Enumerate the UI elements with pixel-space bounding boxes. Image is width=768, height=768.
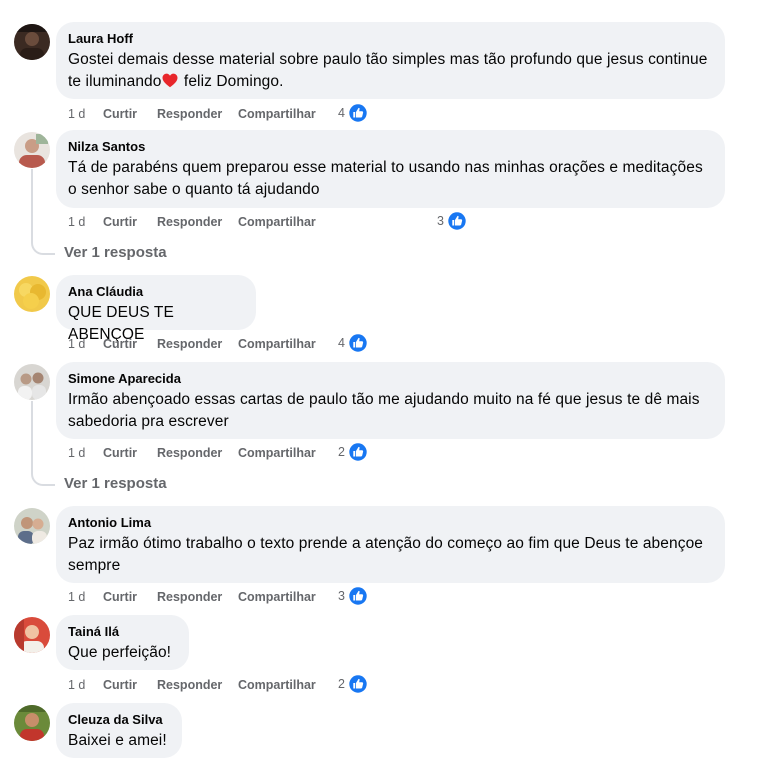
comment-time[interactable]: 1 d	[68, 443, 85, 463]
reply-button[interactable]: Responder	[157, 212, 222, 232]
reply-button[interactable]: Responder	[157, 675, 222, 695]
avatar[interactable]	[14, 705, 50, 741]
avatar[interactable]	[14, 364, 50, 400]
comment-bubble: Antonio Lima Paz irmão ótimo trabalho o …	[56, 506, 725, 583]
comment-text: Tá de parabéns quem preparou esse materi…	[68, 159, 703, 198]
reaction-count: 4	[338, 336, 345, 350]
reaction-count: 2	[338, 677, 345, 691]
thumbs-up-icon	[447, 211, 467, 231]
avatar[interactable]	[14, 617, 50, 653]
comment-bubble: Ana Cláudia QUE DEUS TE ABENÇOE	[56, 275, 256, 343]
reply-button[interactable]: Responder	[157, 334, 222, 354]
reply-button[interactable]: Responder	[157, 587, 222, 607]
comment-author[interactable]: Nilza Santos	[68, 138, 713, 155]
thumbs-up-icon	[348, 103, 368, 123]
like-button[interactable]: Curtir	[103, 212, 137, 232]
share-button[interactable]: Compartilhar	[238, 104, 316, 124]
comment-author[interactable]: Antonio Lima	[68, 514, 713, 531]
comment-author[interactable]: Tainá Ilá	[68, 623, 177, 640]
comment-author[interactable]: Cleuza da Silva	[68, 711, 170, 728]
comment-text-end: feliz Domingo.	[179, 72, 284, 90]
comment-text: Paz irmão ótimo trabalho o texto prende …	[68, 535, 704, 574]
comment-author[interactable]: Simone Aparecida	[68, 370, 713, 387]
share-button[interactable]: Compartilhar	[238, 334, 316, 354]
comment-time[interactable]: 1 d	[68, 104, 85, 124]
like-button[interactable]: Curtir	[103, 587, 137, 607]
share-button[interactable]: Compartilhar	[238, 443, 316, 463]
comment-time[interactable]: 1 d	[68, 675, 85, 695]
comment-bubble: Simone Aparecida Irmão abençoado essas c…	[56, 362, 725, 439]
comment-text: Baixei e amei!	[68, 732, 167, 749]
view-replies-link[interactable]: Ver 1 resposta	[64, 243, 167, 263]
thumbs-up-icon	[348, 333, 368, 353]
reply-thread-line	[31, 169, 55, 255]
comment-bubble: Nilza Santos Tá de parabéns quem preparo…	[56, 130, 725, 208]
like-button[interactable]: Curtir	[103, 334, 137, 354]
reply-thread-line	[31, 401, 55, 486]
comment-bubble: Cleuza da Silva Baixei e amei!	[56, 703, 182, 758]
comment-author[interactable]: Laura Hoff	[68, 30, 713, 47]
thumbs-up-icon	[348, 586, 368, 606]
share-button[interactable]: Compartilhar	[238, 587, 316, 607]
comment-text: Gostei demais desse material sobre paulo…	[68, 49, 713, 92]
share-button[interactable]: Compartilhar	[238, 675, 316, 695]
thumbs-up-icon	[348, 442, 368, 462]
reaction-count: 4	[338, 106, 345, 120]
thumbs-up-icon	[348, 674, 368, 694]
like-button[interactable]: Curtir	[103, 104, 137, 124]
reply-button[interactable]: Responder	[157, 104, 222, 124]
avatar[interactable]	[14, 24, 50, 60]
like-button[interactable]: Curtir	[103, 675, 137, 695]
reaction-count: 3	[437, 214, 444, 228]
comment-bubble: Tainá Ilá Que perfeição!	[56, 615, 189, 670]
avatar[interactable]	[14, 276, 50, 312]
view-replies-link[interactable]: Ver 1 resposta	[64, 474, 167, 494]
comment-time[interactable]: 1 d	[68, 334, 85, 354]
comment-time[interactable]: 1 d	[68, 587, 85, 607]
like-button[interactable]: Curtir	[103, 443, 137, 463]
reply-button[interactable]: Responder	[157, 443, 222, 463]
avatar[interactable]	[14, 132, 50, 168]
comment-time[interactable]: 1 d	[68, 212, 85, 232]
comment-text: Irmão abençoado essas cartas de paulo tã…	[68, 391, 700, 430]
avatar[interactable]	[14, 508, 50, 544]
comment-author[interactable]: Ana Cláudia	[68, 283, 244, 300]
reaction-count: 2	[338, 445, 345, 459]
share-button[interactable]: Compartilhar	[238, 212, 316, 232]
reaction-count: 3	[338, 589, 345, 603]
comment-text: Que perfeição!	[68, 644, 172, 661]
comment-list: Laura Hoff Gostei demais desse material …	[0, 0, 768, 768]
red-heart-icon	[162, 73, 178, 88]
comment-bubble: Laura Hoff Gostei demais desse material …	[56, 22, 725, 99]
